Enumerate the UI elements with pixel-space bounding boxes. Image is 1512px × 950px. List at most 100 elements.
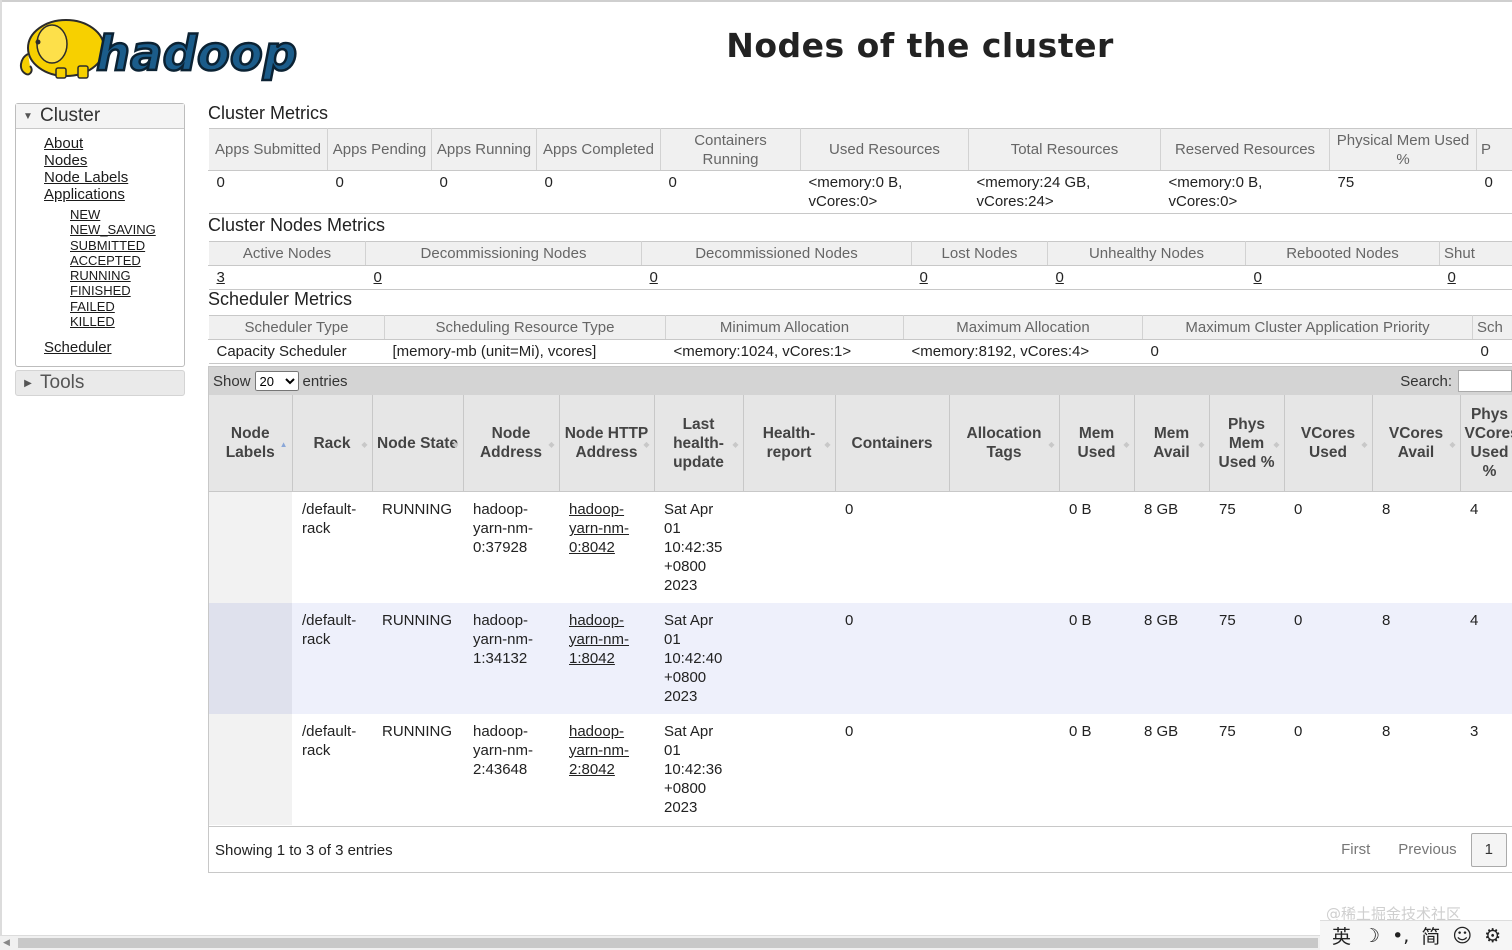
total-resources-value: <memory:24 GB, vCores:24> [969,171,1161,214]
cluster-menu-header[interactable]: ▼ Cluster [16,104,184,129]
scheduler-link[interactable]: Scheduler [44,339,184,356]
node-address-header[interactable]: Node Address◆ [463,395,559,492]
app-state-new-link[interactable]: NEW [70,207,184,222]
decommissioning-nodes-link[interactable]: 0 [374,269,382,286]
scheduling-resource-type-header: Scheduling Resource Type [385,316,666,340]
mem-used-header-label: Mem Used [1078,425,1116,461]
sort-asc-icon: ▲ [280,435,288,454]
vcores-avail-cell: 8 [1372,714,1460,825]
search-input[interactable] [1458,370,1512,392]
apps-pending-value: 0 [328,171,432,214]
sort-icon: ◆ [1273,435,1279,454]
phys-mem-used-header[interactable]: Phys Mem Used %◆ [1209,395,1284,492]
active-nodes-link[interactable]: 3 [217,269,225,286]
app-state-running-link[interactable]: RUNNING [70,268,184,283]
punctuation-icon[interactable]: •, [1392,925,1409,947]
vcores-avail-header-label: VCores Avail [1389,425,1443,461]
table-row: /default-rack RUNNING hadoop-yarn-nm-0:3… [209,492,1512,603]
rack-header[interactable]: Rack◆ [292,395,372,492]
page-title: Nodes of the cluster [700,26,1140,65]
shutdown-nodes-link[interactable]: 0 [1448,269,1456,286]
unhealthy-nodes-cell: 0 [1048,266,1246,290]
unhealthy-nodes-header: Unhealthy Nodes [1048,242,1246,266]
decommissioned-nodes-link[interactable]: 0 [650,269,658,286]
node-labels-header[interactable]: Node Labels▲ [209,395,292,492]
apps-running-value: 0 [432,171,537,214]
triangle-down-icon: ▼ [16,111,40,122]
nodes-table-footer: Showing 1 to 3 of 3 entries First Previo… [209,826,1512,873]
svg-text:hadoop: hadoop [96,26,297,82]
scheduler-type-header: Scheduler Type [209,316,385,340]
settings-icon[interactable]: ⚙ [1484,925,1501,947]
node-http-address-link[interactable]: hadoop-yarn-nm-1:8042 [569,612,629,667]
containers-header-label: Containers [852,435,933,452]
minimum-allocation-value: <memory:1024, vCores:1> [666,340,904,364]
app-state-submitted-link[interactable]: SUBMITTED [70,238,184,253]
hadoop-logo[interactable]: hadoop [16,8,316,86]
phys-mem-used-cell: 75 [1209,714,1284,825]
tools-menu-header[interactable]: ▶ Tools [16,371,184,395]
unhealthy-nodes-link[interactable]: 0 [1056,269,1064,286]
phys-vcores-used-cell: 4 [1460,603,1512,714]
horizontal-scrollbar[interactable]: ◀ [0,935,1512,950]
maximum-allocation-header: Maximum Allocation [904,316,1143,340]
nodes-link[interactable]: Nodes [44,152,184,169]
containers-cell: 0 [835,603,949,714]
lost-nodes-link[interactable]: 0 [920,269,928,286]
node-state-header[interactable]: Node State◆ [372,395,463,492]
phys-vcores-used-header[interactable]: Phys VCores Used % [1460,395,1512,492]
node-address-cell: hadoop-yarn-nm-0:37928 [463,492,559,603]
emoji-icon[interactable]: ☺ [1452,925,1472,947]
simplified-icon[interactable]: 简 [1421,922,1440,949]
tools-menu[interactable]: ▶ Tools [15,370,185,396]
node-http-address-header[interactable]: Node HTTP Address◆ [559,395,654,492]
page-size-select[interactable]: 20 [255,371,299,391]
app-state-new-saving-link[interactable]: NEW_SAVING [70,222,184,237]
vcores-used-header[interactable]: VCores Used◆ [1284,395,1372,492]
node-http-address-link[interactable]: hadoop-yarn-nm-0:8042 [569,501,629,556]
applications-link[interactable]: Applications [44,186,184,203]
active-nodes-cell: 3 [209,266,366,290]
mem-used-header[interactable]: Mem Used ◆ [1059,395,1134,492]
app-state-finished-link[interactable]: FINISHED [70,283,184,298]
triangle-right-icon: ▶ [16,378,40,389]
health-report-header[interactable]: Health-report◆ [743,395,835,492]
node-http-address-link[interactable]: hadoop-yarn-nm-2:8042 [569,723,629,778]
app-state-failed-link[interactable]: FAILED [70,299,184,314]
moon-icon[interactable]: ☽ [1363,925,1380,947]
scrollbar-thumb[interactable] [18,938,1318,948]
vcores-avail-header[interactable]: VCores Avail◆ [1372,395,1460,492]
apps-running-header: Apps Running [432,129,537,171]
mem-avail-header[interactable]: Mem Avail◆ [1134,395,1209,492]
node-http-address-cell: hadoop-yarn-nm-0:8042 [559,492,654,603]
sort-icon: ◆ [1123,435,1129,454]
used-resources-value: <memory:0 B, vCores:0> [801,171,969,214]
search-label: Search: [1400,373,1452,390]
containers-header[interactable]: Containers [835,395,949,492]
last-health-update-header[interactable]: Last health-update◆ [654,395,743,492]
rebooted-nodes-link[interactable]: 0 [1254,269,1262,286]
scheduler-busy-value: 0 [1473,340,1512,364]
scroll-left-icon[interactable]: ◀ [3,937,10,948]
nodes-metrics-table: Active Nodes Decommissioning Nodes Decom… [208,241,1512,290]
first-page-button[interactable]: First [1327,833,1384,867]
ime-lang-icon[interactable]: 英 [1332,922,1351,949]
physical-mem-used-value: 75 [1330,171,1477,214]
node-address-cell: hadoop-yarn-nm-2:43648 [463,714,559,825]
allocation-tags-cell [949,603,1059,714]
current-page-button[interactable]: 1 [1471,833,1507,867]
about-link[interactable]: About [44,135,184,152]
app-state-accepted-link[interactable]: ACCEPTED [70,253,184,268]
app-state-killed-link[interactable]: KILLED [70,314,184,329]
phys-mem-used-cell: 75 [1209,603,1284,714]
rack-header-label: Rack [313,435,350,452]
lost-nodes-cell: 0 [912,266,1048,290]
top-border [0,0,1512,2]
vcores-used-cell: 0 [1284,492,1372,603]
previous-page-button[interactable]: Previous [1384,833,1470,867]
node-labels-link[interactable]: Node Labels [44,169,184,186]
nodes-table-header-row: Node Labels▲ Rack◆ Node State◆ Node Addr… [209,395,1512,492]
allocation-tags-header[interactable]: Allocation Tags◆ [949,395,1059,492]
ime-toolbar: 英 ☽ •, 简 ☺ ⚙ [1320,920,1512,950]
mem-avail-cell: 8 GB [1134,603,1209,714]
